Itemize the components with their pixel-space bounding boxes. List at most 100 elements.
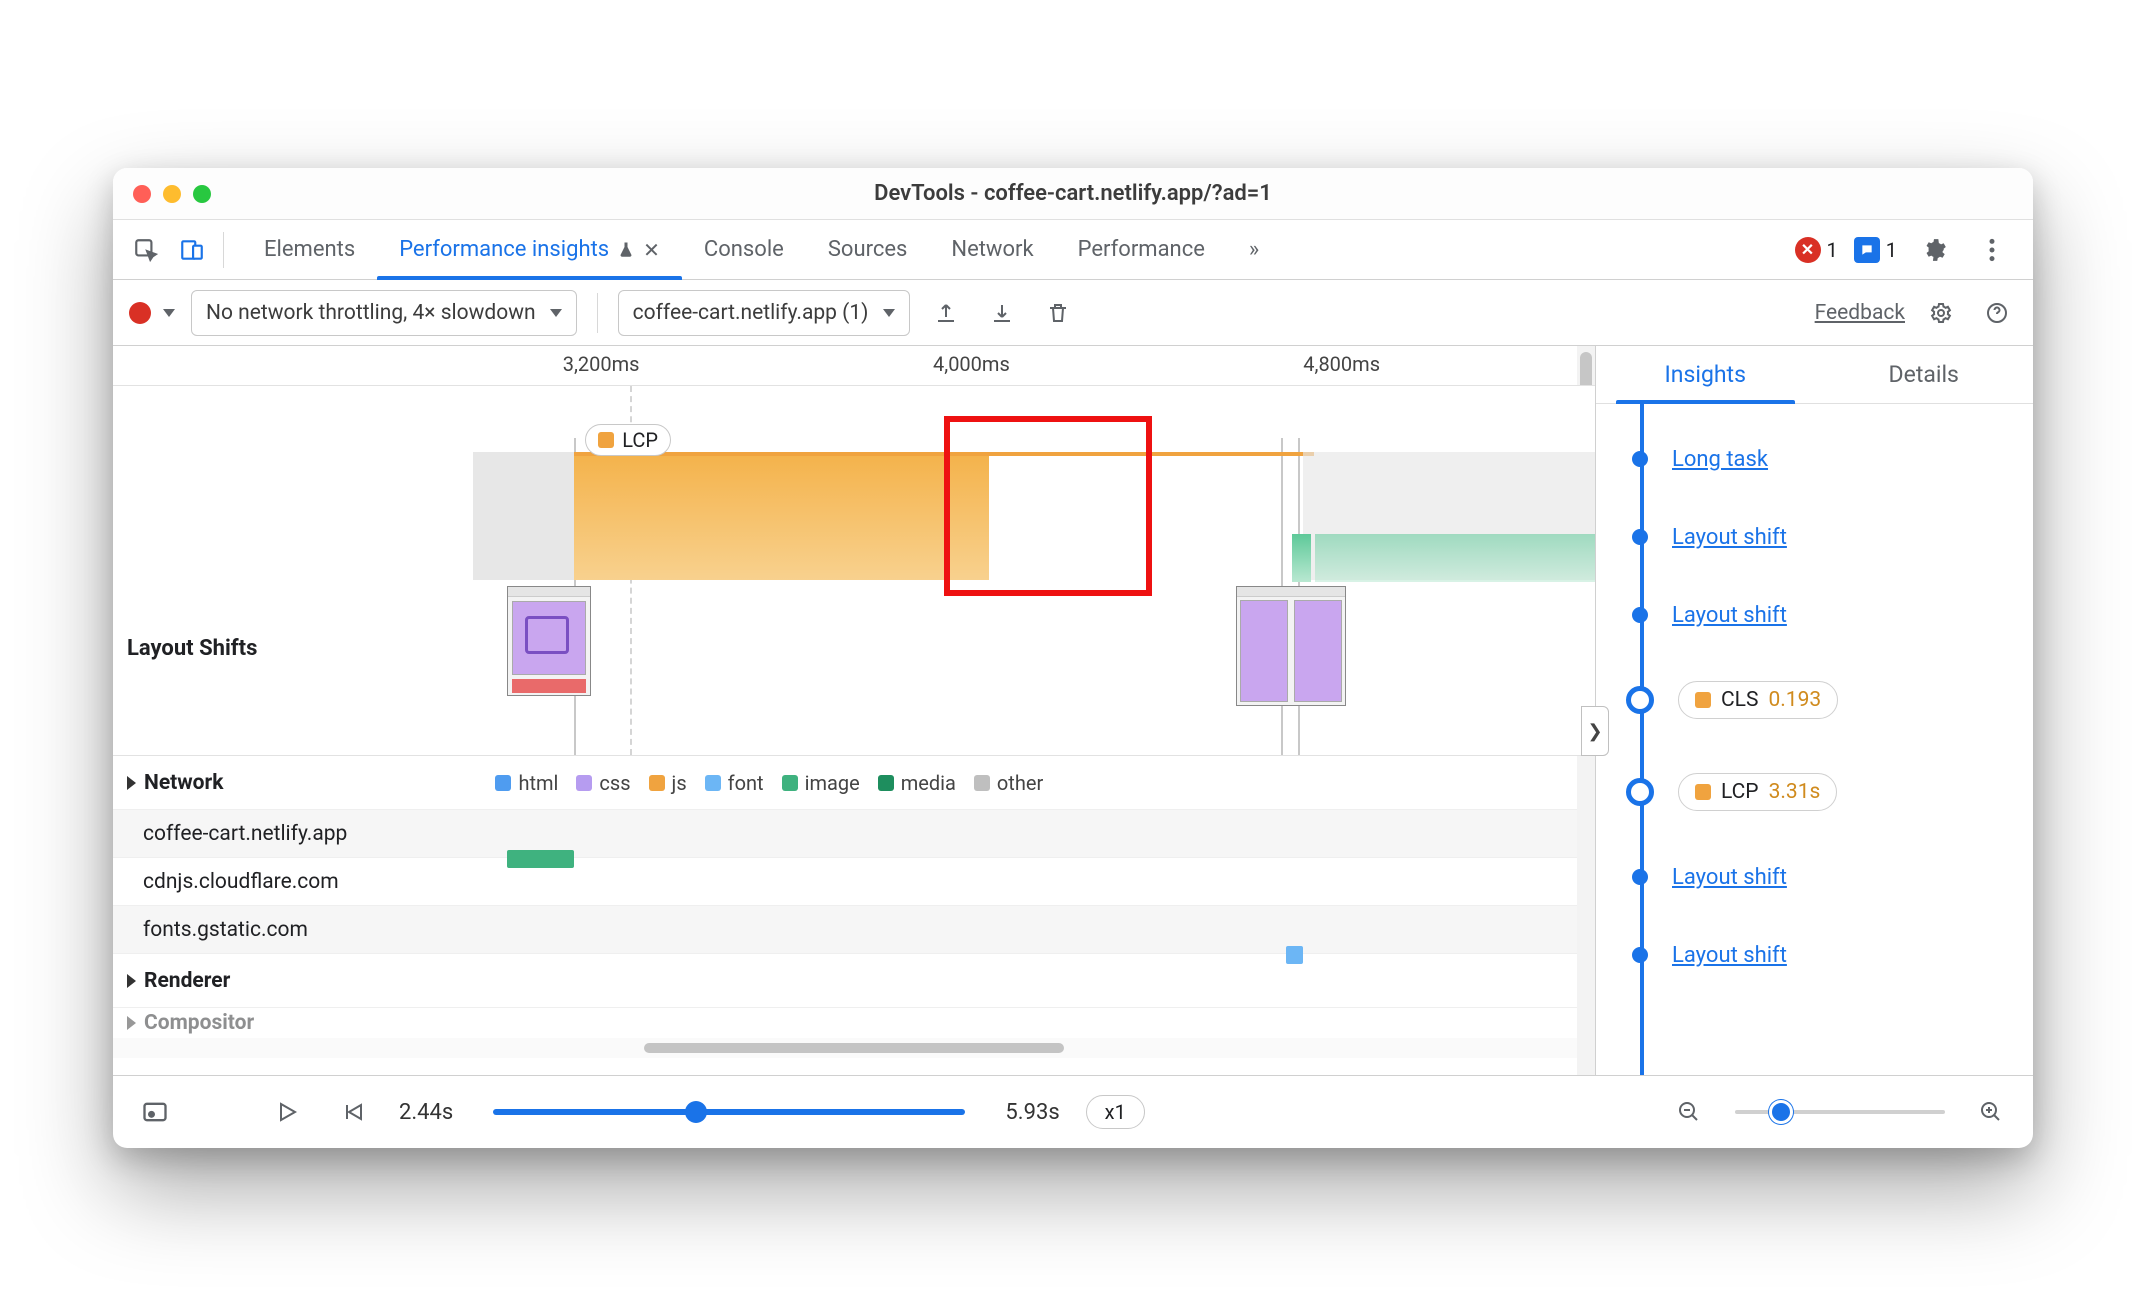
playback-slider[interactable] (493, 1109, 965, 1115)
close-tab-icon[interactable]: ✕ (643, 238, 660, 262)
insight-link[interactable]: Layout shift (1672, 943, 1787, 968)
tab-insights[interactable]: Insights (1596, 346, 1815, 403)
minimize-window-button[interactable] (163, 185, 181, 203)
tab-network[interactable]: Network (929, 220, 1055, 279)
insight-item[interactable]: Long task (1624, 420, 2033, 498)
settings-gear-icon[interactable] (1913, 229, 1955, 271)
help-icon[interactable] (1977, 293, 2017, 333)
insights-list[interactable]: Long task Layout shift Layout shift CLS … (1596, 404, 2033, 1075)
request-bar[interactable] (1286, 946, 1303, 964)
insight-item[interactable]: Layout shift (1624, 916, 2033, 994)
rewind-to-start-icon[interactable] (333, 1092, 373, 1132)
slider-knob[interactable] (685, 1101, 707, 1123)
insight-item[interactable]: Layout shift (1624, 498, 2033, 576)
network-host: coffee-cart.netlify.app (143, 822, 347, 846)
record-button[interactable] (129, 302, 151, 324)
pre-range-block (473, 452, 574, 580)
tab-performance[interactable]: Performance (1056, 220, 1227, 279)
lane-label: Network (144, 771, 223, 795)
zoom-window-button[interactable] (193, 185, 211, 203)
image-block[interactable] (1315, 534, 1596, 582)
network-row[interactable]: coffee-cart.netlify.app (113, 810, 1595, 858)
recording-select[interactable]: coffee-cart.netlify.app (1) (618, 290, 910, 336)
titlebar: DevTools - coffee-cart.netlify.app/?ad=1 (113, 168, 2033, 220)
insight-link[interactable]: Layout shift (1672, 865, 1787, 890)
screenshot-thumbnail[interactable] (507, 586, 591, 696)
delete-icon[interactable] (1038, 293, 1078, 333)
lcp-marker-pill[interactable]: LCP (585, 424, 671, 456)
tab-label: Performance insights (399, 237, 609, 262)
metric-swatch (1695, 692, 1711, 708)
insight-item[interactable]: Layout shift (1624, 838, 2033, 916)
tab-sources[interactable]: Sources (806, 220, 930, 279)
slider-knob[interactable] (1769, 1100, 1793, 1124)
sidebar-collapse-handle[interactable]: ❯ (1581, 706, 1609, 756)
zoom-slider[interactable] (1735, 1110, 1945, 1114)
screenshot-thumbnail[interactable] (1236, 586, 1346, 706)
tab-label: Console (704, 237, 784, 262)
range-start-label: 2.44s (399, 1100, 453, 1125)
import-icon[interactable] (982, 293, 1022, 333)
image-block[interactable] (1292, 534, 1311, 582)
tab-label: Performance (1078, 237, 1205, 262)
expand-caret-icon[interactable] (127, 974, 136, 988)
network-row[interactable]: cdnjs.cloudflare.com (113, 858, 1595, 906)
zoom-out-icon[interactable] (1669, 1092, 1709, 1132)
ruler-tick: 4,800ms (1303, 352, 1380, 376)
panel-settings-gear-icon[interactable] (1921, 293, 1961, 333)
lcp-block[interactable] (574, 452, 989, 580)
network-row[interactable]: fonts.gstatic.com (113, 906, 1595, 954)
legend-label: media (901, 771, 956, 795)
panel-tabs: Elements Performance insights ✕ Console … (242, 220, 1281, 279)
throttling-select[interactable]: No network throttling, 4× slowdown (191, 290, 577, 336)
highlight-annotation-box (944, 416, 1152, 596)
play-icon[interactable] (267, 1092, 307, 1132)
insight-link[interactable]: Layout shift (1672, 603, 1787, 628)
window-title: DevTools - coffee-cart.netlify.app/?ad=1 (874, 181, 1272, 206)
panel-tabstrip: Elements Performance insights ✕ Console … (113, 220, 2033, 280)
insight-link[interactable]: Long task (1672, 447, 1768, 472)
insight-link[interactable]: Layout shift (1672, 525, 1787, 550)
network-lane-header[interactable]: Network html css js font image media oth… (113, 756, 1595, 810)
expand-caret-icon[interactable] (127, 1016, 136, 1030)
time-ruler[interactable]: 3,200ms 4,000ms 4,800ms (113, 346, 1595, 386)
zoom-in-icon[interactable] (1971, 1092, 2011, 1132)
main-content: 3,200ms 4,000ms 4,800ms Layout Shifts LC… (113, 346, 2033, 1076)
record-menu-caret-icon[interactable] (163, 309, 175, 317)
metric-pill: CLS 0.193 (1678, 681, 1838, 719)
request-bar[interactable] (507, 850, 574, 868)
device-toolbar-icon[interactable] (171, 229, 213, 271)
feedback-link[interactable]: Feedback (1815, 301, 1905, 325)
insight-metric-lcp[interactable]: LCP 3.31s (1624, 746, 2033, 838)
sidebar-tabs: Insights Details (1596, 346, 2033, 404)
more-menu-icon[interactable] (1971, 229, 2013, 271)
message-count-badge[interactable]: 1 (1854, 237, 1897, 263)
insight-item[interactable]: Layout shift (1624, 576, 2033, 654)
insight-metric-cls[interactable]: CLS 0.193 (1624, 654, 2033, 746)
tab-label: Elements (264, 237, 355, 262)
network-host: fonts.gstatic.com (143, 918, 308, 942)
legend-label: html (518, 771, 558, 795)
tab-performance-insights[interactable]: Performance insights ✕ (377, 220, 682, 279)
metric-pill: LCP 3.31s (1678, 773, 1837, 811)
window-controls (113, 185, 211, 203)
timeline-track[interactable]: LCP (473, 386, 1595, 755)
close-window-button[interactable] (133, 185, 151, 203)
tab-elements[interactable]: Elements (242, 220, 377, 279)
horizontal-scrollbar[interactable] (113, 1038, 1595, 1058)
tab-label: Network (951, 237, 1033, 262)
tab-details[interactable]: Details (1815, 346, 2034, 403)
compositor-lane-header[interactable]: Compositor (113, 1008, 1595, 1038)
error-count-badge[interactable]: ✕ 1 (1795, 237, 1838, 263)
expand-caret-icon[interactable] (127, 776, 136, 790)
tabs-overflow-button[interactable]: » (1227, 220, 1281, 279)
lane-label: Layout Shifts (113, 386, 473, 755)
inspect-element-icon[interactable] (125, 229, 167, 271)
export-icon[interactable] (926, 293, 966, 333)
renderer-lane-header[interactable]: Renderer (113, 954, 1595, 1008)
range-end-label: 5.93s (1005, 1100, 1059, 1125)
tab-console[interactable]: Console (682, 220, 806, 279)
screenshot-toggle-icon[interactable] (135, 1092, 175, 1132)
playback-speed-button[interactable]: x1 (1086, 1095, 1145, 1129)
playback-footer: 2.44s 5.93s x1 (113, 1076, 2033, 1148)
